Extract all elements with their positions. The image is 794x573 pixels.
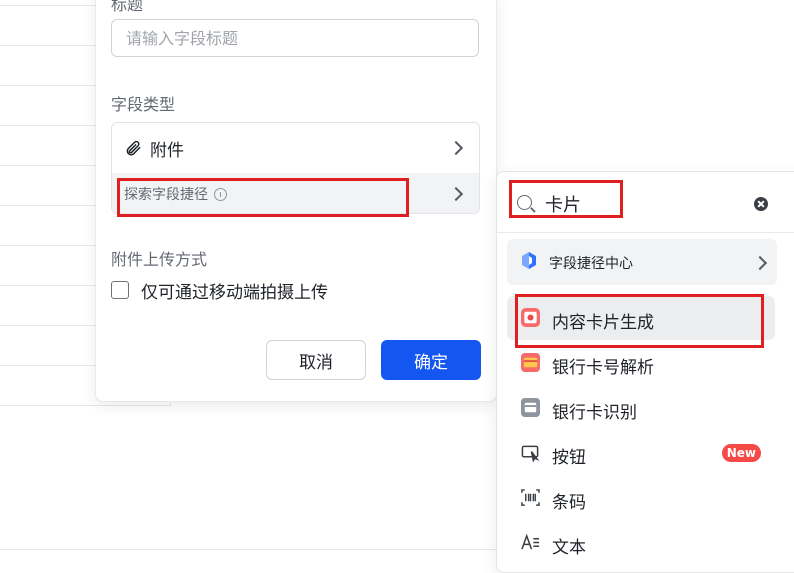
shortcut-item-label: 条码 (552, 493, 586, 513)
shortcut-item-text[interactable]: 文本 (507, 521, 775, 565)
shortcut-item-label: 银行卡识别 (552, 403, 637, 423)
chevron-right-icon (448, 186, 464, 202)
shortcut-item-barcode[interactable]: 条码 (507, 476, 775, 520)
shortcut-item-label: 按钮 (552, 448, 586, 468)
barcode-icon (521, 489, 540, 506)
highlight-box (515, 294, 764, 348)
shortcut-center-link[interactable]: 字段捷径中心 (507, 239, 777, 285)
highlight-box (117, 178, 409, 217)
shortcut-item-bank-card-parse[interactable]: 银行卡号解析 (507, 341, 775, 385)
chevron-right-icon (752, 255, 768, 271)
paperclip-icon (126, 140, 141, 156)
highlight-box (509, 180, 623, 218)
title-label: 标题 (111, 0, 144, 14)
mobile-only-label: 仅可通过移动端拍摄上传 (141, 283, 328, 303)
field-config-dialog: 标题 字段类型 附件 探索字段捷径 附件上传方式 仅可通过移动端拍摄上传 取消 … (95, 0, 497, 402)
field-type-value: 附件 (150, 140, 184, 161)
field-title-input[interactable] (111, 19, 479, 57)
mobile-only-checkbox[interactable] (111, 281, 129, 299)
field-type-label: 字段类型 (111, 95, 176, 114)
field-type-attachment[interactable]: 附件 (112, 123, 479, 173)
shortcut-item-button[interactable]: 按钮 New (507, 431, 775, 475)
shortcut-center-label: 字段捷径中心 (549, 256, 633, 272)
shortcut-center-icon (522, 252, 536, 269)
card-scan-icon (521, 398, 540, 417)
bank-card-icon (521, 353, 540, 372)
cancel-button[interactable]: 取消 (266, 340, 366, 380)
clear-icon[interactable] (754, 197, 768, 211)
shortcut-item-label: 文本 (552, 538, 586, 558)
shortcut-search-panel: 字段捷径中心 内容卡片生成 银行卡号解析 银行卡识别 按 (496, 171, 794, 573)
chevron-right-icon (448, 140, 464, 156)
search-divider (497, 232, 794, 233)
shortcut-item-label: 银行卡号解析 (552, 358, 654, 378)
new-badge: New (721, 444, 761, 462)
text-icon (521, 533, 540, 550)
upload-mode-label: 附件上传方式 (111, 250, 208, 269)
shortcut-item-bank-card-ocr[interactable]: 银行卡识别 (507, 386, 775, 430)
confirm-button[interactable]: 确定 (381, 340, 481, 380)
table-bottom-border (0, 549, 500, 550)
button-icon (521, 445, 540, 462)
